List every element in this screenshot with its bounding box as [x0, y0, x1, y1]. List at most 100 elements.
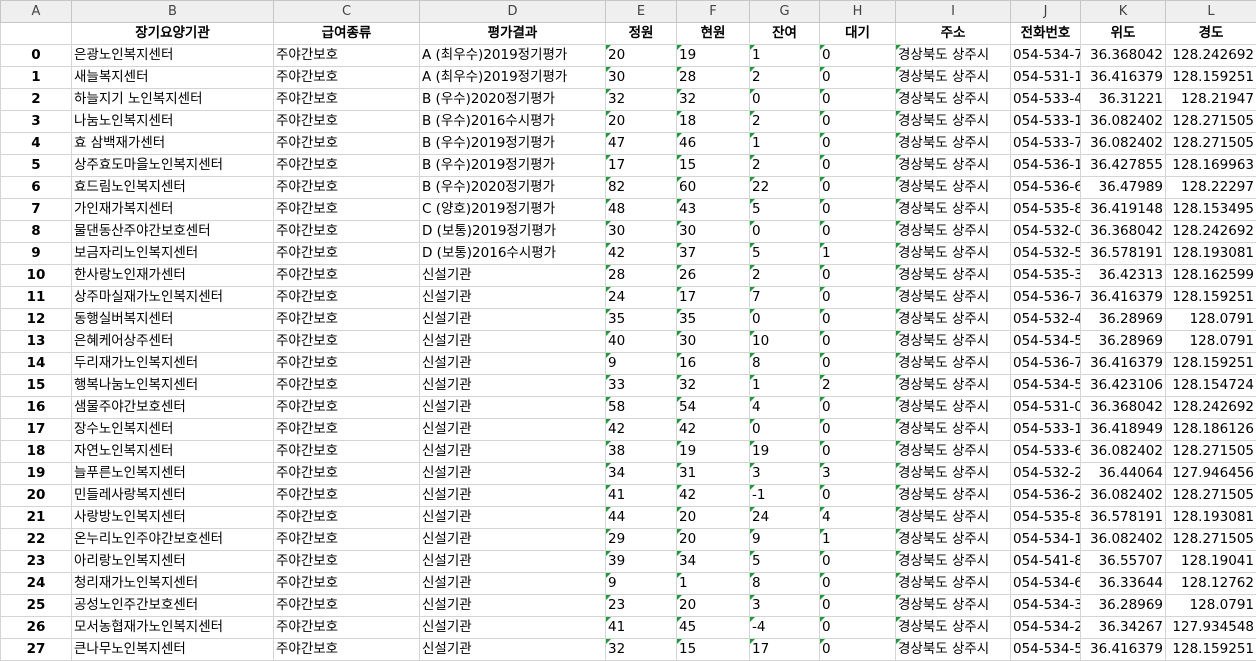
cell-i[interactable]: 경상북도 상주시 [896, 463, 1011, 485]
cell-e[interactable]: 30 [606, 221, 677, 243]
cell-b[interactable]: 샘물주야간보호센터 [72, 397, 274, 419]
cell-d[interactable]: 신설기관 [420, 507, 606, 529]
cell-g[interactable]: 7 [750, 287, 820, 309]
cell-d[interactable]: 신설기관 [420, 617, 606, 639]
cell-c[interactable]: 주야간보호 [274, 177, 420, 199]
cell-g[interactable]: 2 [750, 67, 820, 89]
cell-b[interactable]: 동행실버복지센터 [72, 309, 274, 331]
cell-k[interactable]: 36.44064 [1081, 463, 1166, 485]
cell-b[interactable]: 은광노인복지센터 [72, 45, 274, 67]
cell-g[interactable]: 0 [750, 89, 820, 111]
cell-h[interactable]: 0 [820, 67, 896, 89]
cell-g[interactable]: 2 [750, 111, 820, 133]
cell-k[interactable]: 36.42313 [1081, 265, 1166, 287]
column-letter-h[interactable]: H [820, 1, 896, 23]
cell-d[interactable]: B (우수)2020정기평가 [420, 89, 606, 111]
cell-h[interactable]: 0 [820, 45, 896, 67]
cell-i[interactable]: 경상북도 상주시 [896, 309, 1011, 331]
row-index-cell[interactable]: 4 [1, 133, 72, 155]
header-cell-b[interactable]: 장기요양기관 [72, 23, 274, 45]
cell-e[interactable]: 35 [606, 309, 677, 331]
column-letter-e[interactable]: E [606, 1, 677, 23]
cell-b[interactable]: 자연노인복지센터 [72, 441, 274, 463]
cell-f[interactable]: 35 [677, 309, 750, 331]
cell-e[interactable]: 17 [606, 155, 677, 177]
cell-e[interactable]: 28 [606, 265, 677, 287]
cell-f[interactable]: 17 [677, 287, 750, 309]
cell-i[interactable]: 경상북도 상주시 [896, 397, 1011, 419]
cell-c[interactable]: 주야간보호 [274, 375, 420, 397]
cell-h[interactable]: 0 [820, 573, 896, 595]
cell-j[interactable]: 054-536-7 [1011, 287, 1081, 309]
cell-f[interactable]: 34 [677, 551, 750, 573]
cell-j[interactable]: 054-533-6 [1011, 441, 1081, 463]
cell-g[interactable]: -4 [750, 617, 820, 639]
row-index-cell[interactable]: 0 [1, 45, 72, 67]
cell-b[interactable]: 나눔노인복지센터 [72, 111, 274, 133]
header-cell-k[interactable]: 위도 [1081, 23, 1166, 45]
cell-f[interactable]: 42 [677, 485, 750, 507]
cell-k[interactable]: 36.31221 [1081, 89, 1166, 111]
row-index-cell[interactable]: 13 [1, 331, 72, 353]
cell-g[interactable]: 4 [750, 397, 820, 419]
cell-i[interactable]: 경상북도 상주시 [896, 353, 1011, 375]
cell-e[interactable]: 32 [606, 639, 677, 661]
cell-b[interactable]: 큰나무노인복지센터 [72, 639, 274, 661]
cell-k[interactable]: 36.368042 [1081, 397, 1166, 419]
cell-e[interactable]: 34 [606, 463, 677, 485]
cell-c[interactable]: 주야간보호 [274, 111, 420, 133]
cell-l[interactable]: 128.19041 [1166, 551, 1256, 573]
cell-l[interactable]: 128.153495 [1166, 199, 1256, 221]
cell-f[interactable]: 42 [677, 419, 750, 441]
cell-b[interactable]: 공성노인주간보호센터 [72, 595, 274, 617]
cell-l[interactable]: 128.12762 [1166, 573, 1256, 595]
cell-l[interactable]: 128.21947 [1166, 89, 1256, 111]
cell-l[interactable]: 128.242692 [1166, 45, 1256, 67]
cell-g[interactable]: 5 [750, 243, 820, 265]
cell-j[interactable]: 054-532-4 [1011, 309, 1081, 331]
cell-d[interactable]: 신설기관 [420, 331, 606, 353]
cell-g[interactable]: 0 [750, 419, 820, 441]
cell-e[interactable]: 47 [606, 133, 677, 155]
cell-k[interactable]: 36.33644 [1081, 573, 1166, 595]
cell-b[interactable]: 사랑방노인복지센터 [72, 507, 274, 529]
cell-g[interactable]: 0 [750, 221, 820, 243]
cell-h[interactable]: 0 [820, 551, 896, 573]
cell-i[interactable]: 경상북도 상주시 [896, 419, 1011, 441]
cell-k[interactable]: 36.427855 [1081, 155, 1166, 177]
cell-j[interactable]: 054-531-1 [1011, 67, 1081, 89]
cell-l[interactable]: 128.271505 [1166, 133, 1256, 155]
cell-j[interactable]: 054-534-6 [1011, 573, 1081, 595]
cell-j[interactable]: 054-532-0 [1011, 221, 1081, 243]
row-index-cell[interactable]: 9 [1, 243, 72, 265]
cell-e[interactable]: 40 [606, 331, 677, 353]
cell-f[interactable]: 20 [677, 507, 750, 529]
cell-l[interactable]: 128.271505 [1166, 485, 1256, 507]
cell-g[interactable]: 9 [750, 529, 820, 551]
cell-b[interactable]: 행복나눔노인복지센터 [72, 375, 274, 397]
cell-g[interactable]: 10 [750, 331, 820, 353]
cell-i[interactable]: 경상북도 상주시 [896, 551, 1011, 573]
cell-i[interactable]: 경상북도 상주시 [896, 243, 1011, 265]
cell-c[interactable]: 주야간보호 [274, 463, 420, 485]
cell-k[interactable]: 36.55707 [1081, 551, 1166, 573]
cell-g[interactable]: 5 [750, 551, 820, 573]
cell-h[interactable]: 1 [820, 529, 896, 551]
cell-b[interactable]: 효드림노인복지센터 [72, 177, 274, 199]
cell-c[interactable]: 주야간보호 [274, 507, 420, 529]
row-index-cell[interactable]: 18 [1, 441, 72, 463]
cell-b[interactable]: 새늘복지센터 [72, 67, 274, 89]
cell-k[interactable]: 36.416379 [1081, 639, 1166, 661]
cell-h[interactable]: 0 [820, 177, 896, 199]
cell-d[interactable]: 신설기관 [420, 529, 606, 551]
cell-k[interactable]: 36.28969 [1081, 309, 1166, 331]
cell-c[interactable]: 주야간보호 [274, 89, 420, 111]
header-cell-l[interactable]: 경도 [1166, 23, 1256, 45]
cell-l[interactable]: 128.154724 [1166, 375, 1256, 397]
cell-e[interactable]: 9 [606, 353, 677, 375]
cell-h[interactable]: 0 [820, 111, 896, 133]
cell-j[interactable]: 054-534-5 [1011, 331, 1081, 353]
cell-d[interactable]: B (우수)2020정기평가 [420, 177, 606, 199]
cell-j[interactable]: 054-536-2 [1011, 485, 1081, 507]
cell-j[interactable]: 054-533-1 [1011, 419, 1081, 441]
